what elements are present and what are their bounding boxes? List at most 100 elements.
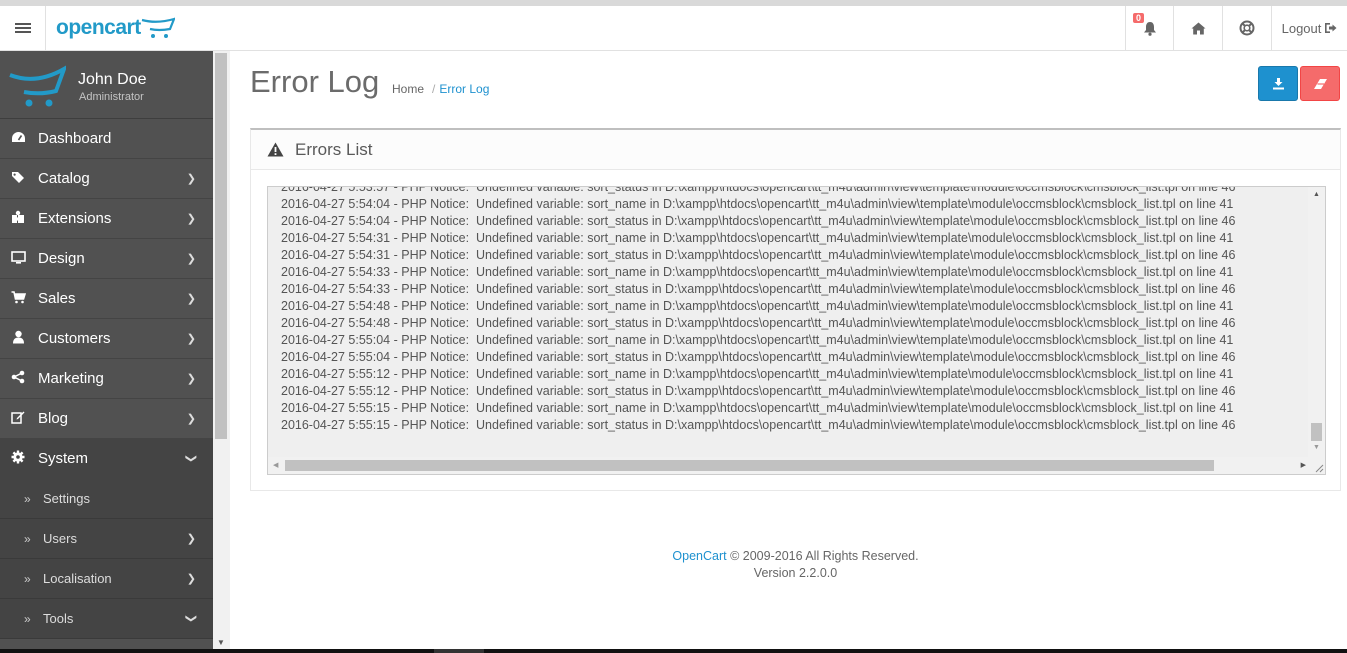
home-icon xyxy=(1191,22,1205,34)
cog-icon xyxy=(10,450,26,467)
chevron-right-icon: ❯ xyxy=(186,213,196,225)
scroll-left-arrow-icon[interactable]: ◀ xyxy=(273,461,278,469)
resize-handle[interactable] xyxy=(1308,457,1325,474)
menu-label: Sales xyxy=(38,290,76,307)
menu-label: System xyxy=(38,450,89,467)
clear-log-button[interactable] xyxy=(1300,66,1340,101)
log-line: 2016-04-27 5:54:31 - PHP Notice: Undefin… xyxy=(281,248,1236,262)
store-home-button[interactable] xyxy=(1173,6,1222,50)
logout-label: Logout xyxy=(1281,20,1322,36)
chevron-right-icon: ❯ xyxy=(186,533,196,545)
double-angle-right-icon: » xyxy=(24,611,31,626)
breadcrumb-separator: / xyxy=(432,82,436,96)
menu-system[interactable]: System ❯ xyxy=(0,439,213,479)
log-line: 2016-04-27 5:54:33 - PHP Notice: Undefin… xyxy=(281,282,1236,296)
submenu-label: Settings xyxy=(43,491,90,506)
panel-title: Errors List xyxy=(295,139,373,159)
dashboard-icon xyxy=(10,131,26,147)
error-log-textarea[interactable]: 2016-04-27 5:53:57 - PHP Notice: Undefin… xyxy=(267,186,1326,475)
chevron-right-icon: ❯ xyxy=(186,333,196,345)
scroll-down-arrow-icon[interactable]: ▼ xyxy=(1313,444,1320,451)
user-profile[interactable]: John Doe Administrator xyxy=(0,51,213,119)
logo-text: opencart xyxy=(56,16,141,39)
opencart-logo[interactable]: opencart xyxy=(56,14,175,42)
log-vertical-scrollbar-thumb[interactable] xyxy=(1311,423,1322,441)
sidebar-scrollbar[interactable]: ▼ xyxy=(213,51,230,653)
sidebar-scrollbar-thumb[interactable] xyxy=(215,53,227,439)
bell-icon xyxy=(1143,21,1156,36)
user-name: John Doe xyxy=(78,71,147,88)
chevron-right-icon: ❯ xyxy=(186,413,196,425)
help-button[interactable] xyxy=(1222,6,1271,50)
submenu-localisation[interactable]: » Localisation ❯ xyxy=(0,559,213,599)
log-line: 2016-04-27 5:55:04 - PHP Notice: Undefin… xyxy=(281,350,1236,364)
scroll-down-arrow-icon[interactable]: ▼ xyxy=(217,638,225,647)
menu-label: Marketing xyxy=(38,370,104,387)
submenu-users[interactable]: » Users ❯ xyxy=(0,519,213,559)
share-alt-icon xyxy=(10,370,26,387)
top-header: opencart 0 Logout xyxy=(0,6,1347,51)
menu-extensions[interactable]: Extensions ❯ xyxy=(0,199,213,239)
menu-design[interactable]: Design ❯ xyxy=(0,239,213,279)
chevron-right-icon: ❯ xyxy=(186,253,196,265)
log-line: 2016-04-27 5:54:48 - PHP Notice: Undefin… xyxy=(281,299,1234,313)
sidebar: John Doe Administrator Dashboard Catalog… xyxy=(0,51,213,653)
logout-button[interactable]: Logout xyxy=(1271,6,1347,50)
menu-customers[interactable]: Customers ❯ xyxy=(0,319,213,359)
log-vertical-scrollbar[interactable]: ▲ ▼ xyxy=(1308,187,1325,459)
footer: OpenCart © 2009-2016 All Rights Reserved… xyxy=(250,548,1341,582)
double-angle-right-icon: » xyxy=(24,531,31,546)
log-line: 2016-04-27 5:54:48 - PHP Notice: Undefin… xyxy=(281,316,1236,330)
cart-logo-icon xyxy=(141,17,175,38)
log-line: 2016-04-27 5:55:15 - PHP Notice: Undefin… xyxy=(281,418,1236,432)
scroll-up-arrow-icon[interactable]: ▲ xyxy=(1313,191,1320,198)
chevron-down-icon: ❯ xyxy=(184,453,197,464)
chevron-right-icon: ❯ xyxy=(186,573,196,585)
chevron-right-icon: ❯ xyxy=(186,373,196,385)
log-line: 2016-04-27 5:55:15 - PHP Notice: Undefin… xyxy=(281,401,1234,415)
log-line: 2016-04-27 5:55:12 - PHP Notice: Undefin… xyxy=(281,367,1234,381)
page-title: Error Log xyxy=(250,64,380,99)
breadcrumb-home-link[interactable]: Home xyxy=(392,82,424,96)
log-horizontal-scrollbar-thumb[interactable] xyxy=(285,460,1214,471)
download-button[interactable] xyxy=(1258,66,1298,101)
eraser-icon xyxy=(1314,78,1327,89)
user-icon xyxy=(10,330,26,347)
menu-label: Dashboard xyxy=(38,130,112,147)
notifications-button[interactable]: 0 xyxy=(1125,6,1173,50)
warning-icon xyxy=(267,142,284,157)
breadcrumb: Home / Error Log xyxy=(392,82,489,96)
submenu-settings[interactable]: » Settings xyxy=(0,479,213,519)
double-angle-right-icon: » xyxy=(24,571,31,586)
panel-heading: Errors List xyxy=(251,130,1340,170)
sign-out-icon xyxy=(1325,23,1337,33)
submenu-label: Users xyxy=(43,531,77,546)
menu-label: Catalog xyxy=(38,170,90,187)
copyright-text: © 2009-2016 All Rights Reserved. xyxy=(726,549,919,563)
menu-toggle-button[interactable] xyxy=(0,6,46,50)
user-role: Administrator xyxy=(79,91,144,103)
menu-label: Blog xyxy=(38,410,69,427)
log-horizontal-scrollbar[interactable]: ◀ ▶ xyxy=(268,457,1310,474)
log-line: 2016-04-27 5:54:31 - PHP Notice: Undefin… xyxy=(281,231,1234,245)
submenu-tools[interactable]: » Tools ❯ xyxy=(0,599,213,639)
double-angle-right-icon: » xyxy=(24,491,31,506)
tags-icon xyxy=(10,171,26,187)
menu-marketing[interactable]: Marketing ❯ xyxy=(0,359,213,399)
shopping-cart-icon xyxy=(10,290,26,307)
puzzle-icon xyxy=(10,210,26,227)
scroll-right-arrow-icon[interactable]: ▶ xyxy=(1301,461,1306,469)
menu-blog[interactable]: Blog ❯ xyxy=(0,399,213,439)
breadcrumb-current-link[interactable]: Error Log xyxy=(439,82,489,96)
menu-catalog[interactable]: Catalog ❯ xyxy=(0,159,213,199)
menu-label: Extensions xyxy=(38,210,112,227)
chevron-down-icon: ❯ xyxy=(184,613,197,624)
menu-sales[interactable]: Sales ❯ xyxy=(0,279,213,319)
menu-dashboard[interactable]: Dashboard xyxy=(0,119,213,159)
opencart-link[interactable]: OpenCart xyxy=(672,549,726,563)
edit-icon xyxy=(10,410,26,427)
log-line: 2016-04-27 5:55:12 - PHP Notice: Undefin… xyxy=(281,384,1236,398)
submenu-label: Tools xyxy=(43,611,74,626)
hamburger-icon xyxy=(14,22,31,34)
user-avatar-cart-icon xyxy=(9,65,66,107)
